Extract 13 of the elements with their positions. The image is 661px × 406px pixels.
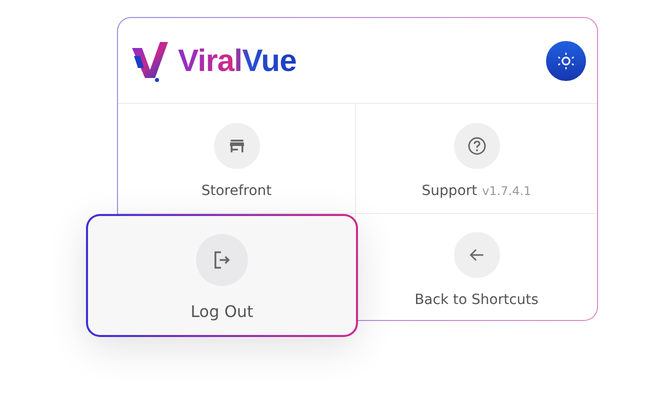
- theme-button[interactable]: [546, 40, 586, 80]
- shortcut-label: Back to Shortcuts: [414, 292, 538, 308]
- shortcut-tile[interactable]: Back to Shortcuts: [356, 214, 597, 321]
- shortcut-tile[interactable]: Storefront: [118, 104, 355, 213]
- shortcut-tile[interactable]: Support v1.7.4.1: [356, 104, 597, 213]
- version-label: v1.7.4.1: [482, 184, 532, 198]
- shortcut-label: Storefront: [201, 182, 272, 198]
- shortcut-tile[interactable]: Log Out: [86, 214, 358, 337]
- store-icon: [228, 136, 246, 154]
- shortcut-label: Support: [422, 182, 478, 198]
- sun-icon: [557, 52, 575, 70]
- help-icon: [466, 136, 486, 156]
- shortcut-label: Log Out: [190, 302, 254, 321]
